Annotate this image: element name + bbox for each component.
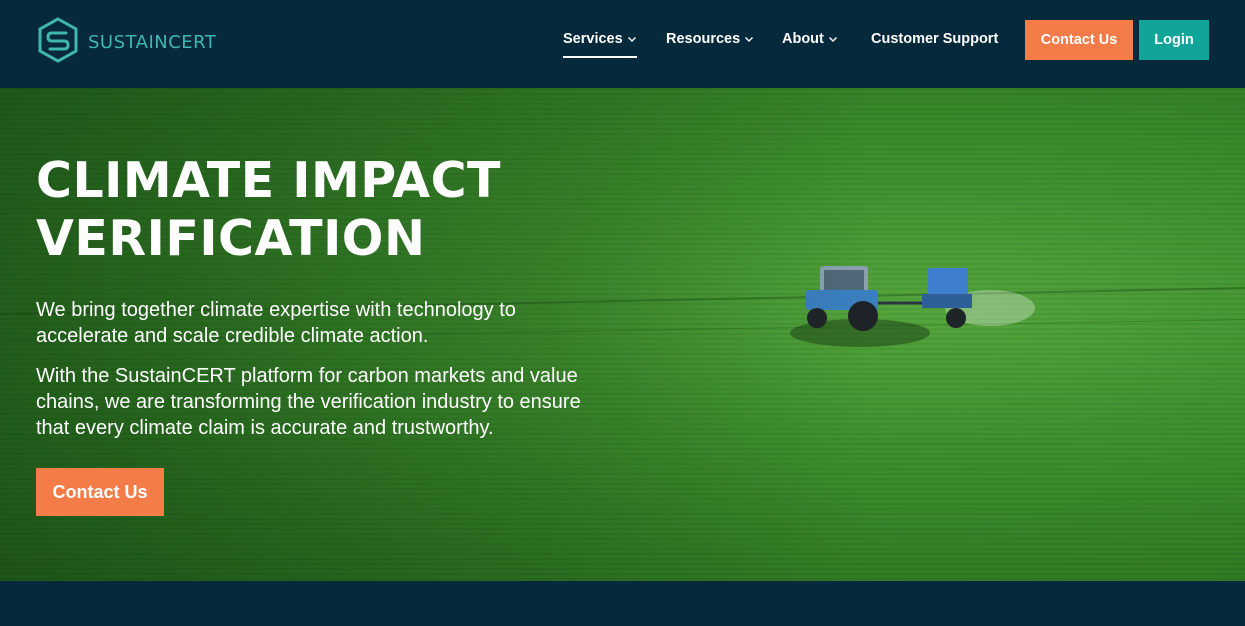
- nav-item-customer-support[interactable]: Customer Support: [871, 28, 998, 50]
- nav-label: Services: [563, 31, 623, 47]
- nav-item-resources[interactable]: Resources: [666, 28, 754, 50]
- brand-name: SUSTAINCERT: [88, 32, 217, 53]
- login-button[interactable]: Login: [1139, 20, 1209, 60]
- nav-label: Resources: [666, 31, 741, 47]
- hexagon-s-logo-icon: [36, 16, 80, 69]
- chevron-down-icon: [627, 37, 636, 42]
- nav-label: Customer Support: [871, 31, 999, 47]
- chevron-down-icon: [828, 37, 837, 42]
- brand-logo[interactable]: SUSTAINCERT: [36, 16, 216, 69]
- header-contact-button[interactable]: Contact Us: [1025, 20, 1133, 60]
- nav-item-about[interactable]: About: [782, 28, 838, 50]
- nav-item-services[interactable]: Services: [563, 28, 637, 58]
- nav-label: About: [782, 31, 824, 47]
- next-section-band: [0, 581, 1245, 626]
- hero-paragraph-2: With the SustainCERT platform for carbon…: [36, 365, 581, 439]
- site-header: SUSTAINCERT Services Resources About Cus…: [0, 0, 1245, 88]
- hero-section: CLIMATE IMPACT VERIFICATION We bring tog…: [0, 88, 1245, 581]
- chevron-down-icon: [745, 37, 754, 42]
- hero-contact-button[interactable]: Contact Us: [36, 468, 164, 516]
- hero-paragraph-1: We bring together climate expertise with…: [36, 299, 516, 347]
- hero-title: CLIMATE IMPACT VERIFICATION: [36, 152, 501, 267]
